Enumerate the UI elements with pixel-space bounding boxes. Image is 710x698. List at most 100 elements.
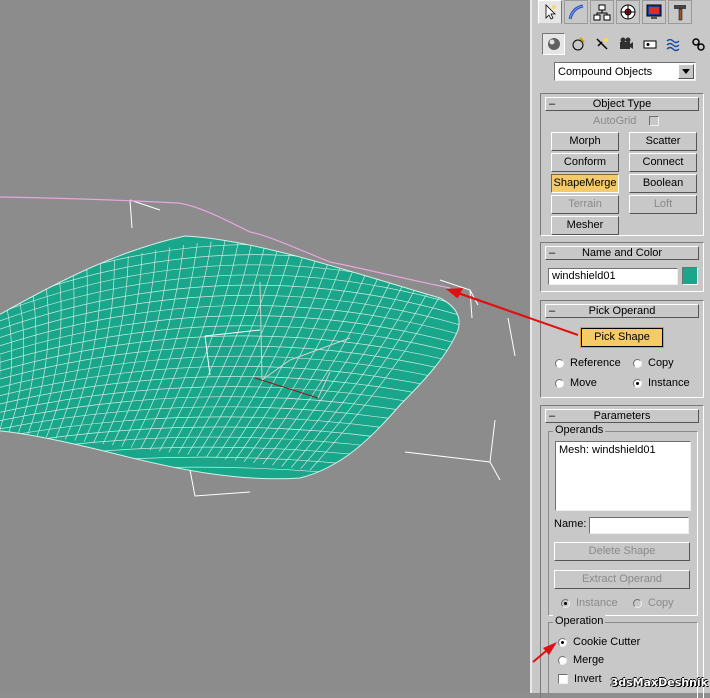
display-monitor-icon <box>646 4 662 19</box>
radio-label: Copy <box>648 597 674 609</box>
extract-instance-radio[interactable]: Instance <box>561 597 618 609</box>
rollout-title: Name and Color <box>581 247 663 259</box>
invert-checkbox[interactable]: Invert <box>558 673 602 685</box>
radio-label: Reference <box>570 357 621 369</box>
pick-operand-rollout: – Pick Operand Pick Shape Reference Copy … <box>540 300 704 398</box>
boolean-button[interactable]: Boolean <box>629 174 697 193</box>
create-cursor-icon <box>545 4 556 20</box>
radio-label: Instance <box>648 377 690 389</box>
lights-button[interactable] <box>590 33 613 55</box>
operand-name-field[interactable] <box>589 517 689 534</box>
pick-shape-button[interactable]: Pick Shape <box>580 327 664 348</box>
utilities-tab[interactable] <box>668 0 692 24</box>
create-tab[interactable] <box>538 0 562 24</box>
connect-button[interactable]: Connect <box>629 153 697 172</box>
collapse-minus-icon: – <box>549 247 556 259</box>
radio-dot <box>633 378 642 388</box>
collapse-minus-icon: – <box>549 410 556 422</box>
radio-label: Move <box>570 377 597 389</box>
radio-dot <box>633 598 642 608</box>
radio-dot <box>555 358 564 368</box>
modify-tab[interactable] <box>564 0 588 24</box>
camera-icon <box>619 37 633 49</box>
name-color-rollout: – Name and Color windshield01 <box>540 242 704 292</box>
operand-list-item[interactable]: Mesh: windshield01 <box>559 444 687 456</box>
category-dropdown-value: Compound Objects <box>558 65 653 78</box>
category-dropdown[interactable]: Compound Objects <box>554 62 696 81</box>
motion-wheel-icon <box>620 4 636 20</box>
scatter-button[interactable]: Scatter <box>629 132 697 151</box>
autogrid-checkbox[interactable] <box>649 116 659 126</box>
hierarchy-tab[interactable] <box>590 0 614 24</box>
geometry-button[interactable] <box>542 33 565 55</box>
spacewarp-wave-icon <box>666 38 679 52</box>
merge-radio[interactable]: Merge <box>558 654 604 666</box>
parameters-rollout: – Parameters Operands Mesh: windshield01 … <box>540 405 704 698</box>
hierarchy-icon <box>593 4 611 21</box>
shapes-button[interactable] <box>566 33 589 55</box>
light-icon <box>595 38 608 50</box>
copy-radio[interactable]: Copy <box>633 357 674 369</box>
object-name-field[interactable]: windshield01 <box>548 268 678 285</box>
reference-radio[interactable]: Reference <box>555 357 621 369</box>
extract-operand-button[interactable]: Extract Operand <box>554 570 690 589</box>
hammer-icon <box>674 5 686 21</box>
terrain-button[interactable]: Terrain <box>551 195 619 214</box>
checkbox-box <box>558 674 568 684</box>
pick-operand-header[interactable]: – Pick Operand <box>545 304 699 318</box>
helpers-button[interactable] <box>638 33 661 55</box>
command-panel: Compound Objects – Object Type AutoGrid M… <box>530 0 710 698</box>
tape-helper-icon <box>643 40 656 49</box>
motion-tab[interactable] <box>616 0 640 24</box>
group-label: Operation <box>553 615 606 627</box>
radio-dot <box>561 598 570 608</box>
watermark-text: 3dsMaxDeshnik <box>610 676 708 689</box>
collapse-minus-icon: – <box>549 305 556 317</box>
delete-shape-button[interactable]: Delete Shape <box>554 542 690 561</box>
radio-dot <box>558 655 567 665</box>
morph-button[interactable]: Morph <box>551 132 619 151</box>
sphere-icon <box>547 38 560 50</box>
color-swatch-fill <box>683 268 697 284</box>
rollout-title: Pick Operand <box>588 305 656 317</box>
systems-button[interactable] <box>686 33 709 55</box>
radio-dot <box>555 378 564 388</box>
operands-group: Operands Mesh: windshield01 Name: Delete… <box>548 424 698 616</box>
cookie-cutter-radio[interactable]: Cookie Cutter <box>558 636 640 648</box>
loft-button[interactable]: Loft <box>629 195 697 214</box>
mesher-button[interactable]: Mesher <box>551 216 619 235</box>
object-color-swatch[interactable] <box>682 267 698 285</box>
shapes-icon <box>572 37 585 51</box>
viewport-scene <box>0 196 530 497</box>
radio-label: Cookie Cutter <box>573 636 641 648</box>
autogrid-label: AutoGrid <box>593 115 637 127</box>
group-label: Operands <box>553 424 606 436</box>
cameras-button[interactable] <box>614 33 637 55</box>
radio-label: Copy <box>648 357 674 369</box>
radio-dot <box>633 358 642 368</box>
radio-label: Instance <box>576 597 618 609</box>
shapemerge-button[interactable]: ShapeMerge <box>551 174 619 193</box>
object-type-header[interactable]: – Object Type <box>545 97 699 111</box>
dropdown-arrow-button[interactable] <box>678 64 694 79</box>
command-tabs <box>538 0 692 26</box>
display-tab[interactable] <box>642 0 666 24</box>
instance-radio[interactable]: Instance <box>633 377 690 389</box>
spacewarps-button[interactable] <box>662 33 685 55</box>
checkbox-label: Invert <box>574 673 602 685</box>
chevron-down-icon <box>682 69 690 74</box>
object-type-rollout: – Object Type AutoGrid Morph Scatter Conf… <box>540 93 704 236</box>
windshield-mesh <box>0 235 460 480</box>
move-radio[interactable]: Move <box>555 377 597 389</box>
extract-copy-radio[interactable]: Copy <box>633 597 674 609</box>
conform-button[interactable]: Conform <box>551 153 619 172</box>
operands-list[interactable]: Mesh: windshield01 <box>555 441 691 511</box>
collapse-minus-icon: – <box>549 98 556 110</box>
rollout-title: Object Type <box>592 98 652 110</box>
create-category-buttons <box>542 33 709 55</box>
parameters-header[interactable]: – Parameters <box>545 409 699 423</box>
radio-label: Merge <box>573 654 605 666</box>
perspective-viewport[interactable] <box>0 0 530 693</box>
name-label: Name: <box>554 518 587 530</box>
name-color-header[interactable]: – Name and Color <box>545 246 699 260</box>
